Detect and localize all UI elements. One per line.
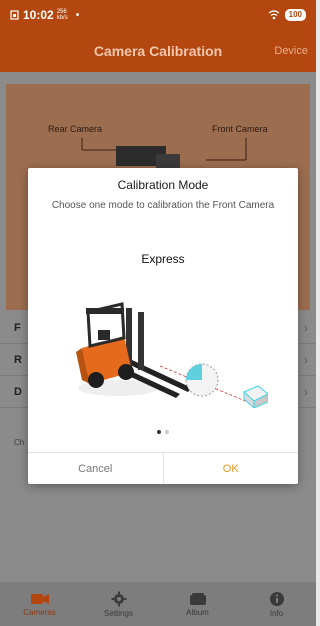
tab-settings[interactable]: Settings [79, 582, 158, 626]
list-footer-text: Ch [14, 438, 25, 447]
list-item-label: R [14, 353, 22, 366]
tab-album[interactable]: Album [158, 582, 237, 626]
page-title: Camera Calibration [93, 43, 223, 59]
bottom-tab-bar: Cameras Settings Album Info [0, 582, 316, 626]
chevron-right-icon: › [304, 384, 308, 399]
tab-label: Cameras [23, 607, 56, 617]
app-header: Camera Calibration Device [0, 30, 316, 72]
battery-icon: 100 [284, 9, 306, 21]
cancel-button[interactable]: Cancel [28, 453, 164, 484]
album-icon [189, 592, 206, 605]
clock: 10:02 [23, 8, 54, 22]
dialog-footer: Cancel OK [28, 452, 298, 484]
chevron-right-icon: › [304, 320, 308, 335]
ok-button[interactable]: OK [164, 453, 299, 484]
network-speed: 256 kb/s [57, 9, 68, 21]
list-item-label: D [14, 385, 22, 398]
tab-label: Settings [104, 608, 133, 618]
tab-label: Info [269, 608, 284, 618]
page-indicator [28, 430, 298, 434]
device-button[interactable]: Device [274, 45, 308, 57]
network-speed-unit: kb/s [56, 15, 68, 21]
notification-dot: • [75, 9, 80, 21]
express-mode-illustration[interactable] [68, 268, 268, 408]
mode-name: Express [141, 252, 185, 266]
chevron-right-icon: › [304, 352, 308, 367]
page-dot [165, 430, 169, 434]
wifi-icon [268, 10, 280, 20]
dialog-title: Calibration Mode [117, 178, 209, 192]
tab-cameras[interactable]: Cameras [0, 582, 79, 626]
camera-icon [30, 593, 49, 604]
list-item-label: F [14, 321, 21, 334]
status-bar: 10:02 256 kb/s • 100 [0, 0, 316, 30]
info-icon [269, 591, 284, 606]
tab-label: Album [186, 607, 209, 617]
calibration-mode-dialog: Calibration Mode Choose one mode to cali… [28, 168, 298, 484]
gear-icon [111, 591, 126, 606]
dialog-subtitle: Choose one mode to calibration the Front… [51, 200, 275, 211]
tab-info[interactable]: Info [237, 582, 316, 626]
sim-icon [10, 10, 19, 20]
page-dot-active [157, 430, 161, 434]
